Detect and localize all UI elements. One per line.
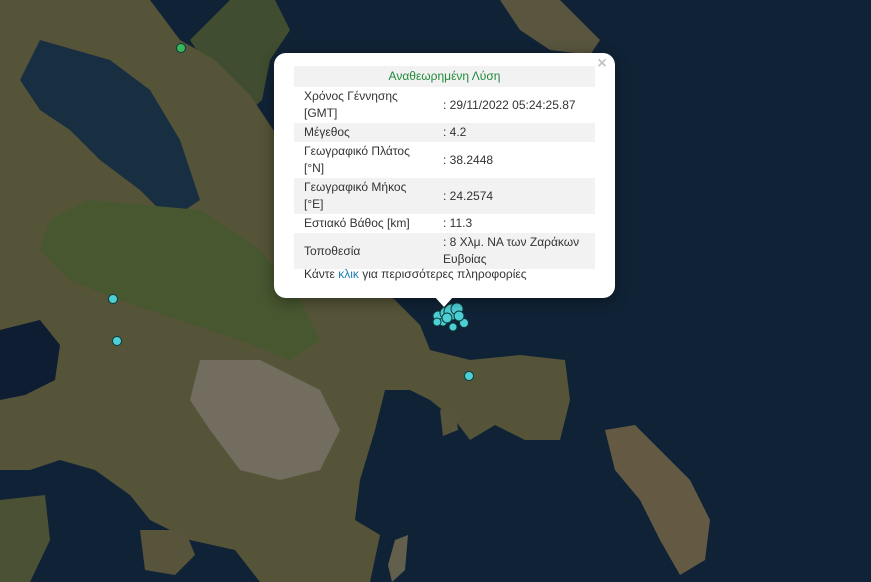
row-depth: Εστιακό Βάθος [km] : 11.3: [294, 214, 595, 233]
label-depth: Εστιακό Βάθος [km]: [304, 216, 410, 230]
row-latitude: Γεωγραφικό Πλάτος [°N] : 38.2448: [294, 142, 595, 178]
earthquake-cluster-marker[interactable]: [448, 322, 458, 332]
popup-footer: Κάντε κλικ για περισσότερες πληροφορίες: [304, 267, 527, 281]
earthquake-marker-recent[interactable]: [464, 371, 474, 381]
earthquake-popup: × Αναθεωρημένη Λύση Χρόνος Γέννησης [GMT…: [274, 53, 615, 298]
label-origin-time: Χρόνος Γέννησης [GMT]: [304, 89, 398, 120]
value-magnitude: : 4.2: [433, 123, 595, 142]
earthquake-details-table: Αναθεωρημένη Λύση Χρόνος Γέννησης [GMT] …: [294, 66, 595, 269]
row-location: Τοποθεσία : 8 Χλμ. ΝΑ των Ζαράκων Ευβοία…: [294, 233, 595, 269]
value-longitude: : 24.2574: [433, 178, 595, 214]
row-magnitude: Μέγεθος : 4.2: [294, 123, 595, 142]
value-latitude: : 38.2448: [443, 152, 494, 167]
label-longitude: Γεωγραφικό Μήκος [°E]: [294, 178, 433, 214]
row-longitude: Γεωγραφικό Μήκος [°E] : 24.2574: [294, 178, 595, 214]
earthquake-cluster-marker[interactable]: [432, 317, 442, 327]
row-origin-time: Χρόνος Γέννησης [GMT] : 29/11/2022 05:24…: [294, 87, 595, 123]
value-depth: : 11.3: [443, 216, 473, 230]
earthquake-marker-recent[interactable]: [112, 336, 122, 346]
label-magnitude: Μέγεθος: [294, 123, 433, 142]
value-origin-time: : 29/11/2022 05:24:25.87: [443, 97, 576, 112]
footer-text-after: για περισσότερες πληροφορίες: [358, 267, 527, 281]
earthquake-marker-recent[interactable]: [108, 294, 118, 304]
earthquake-cluster-marker[interactable]: [441, 312, 453, 324]
close-icon[interactable]: ×: [595, 56, 609, 72]
value-location: : 8 Χλμ. ΝΑ των Ζαράκων Ευβοίας: [433, 233, 595, 269]
label-location: Τοποθεσία: [294, 233, 433, 269]
popup-title: Αναθεωρημένη Λύση: [294, 66, 595, 87]
earthquake-marker-older[interactable]: [176, 43, 186, 53]
popup-pointer: [434, 296, 454, 307]
footer-text-before: Κάντε: [304, 267, 339, 281]
label-latitude: Γεωγραφικό Πλάτος [°N]: [304, 144, 410, 175]
more-info-link[interactable]: κλικ: [338, 267, 359, 281]
earthquake-cluster-marker[interactable]: [453, 310, 465, 322]
popup-title-row: Αναθεωρημένη Λύση: [294, 66, 595, 87]
